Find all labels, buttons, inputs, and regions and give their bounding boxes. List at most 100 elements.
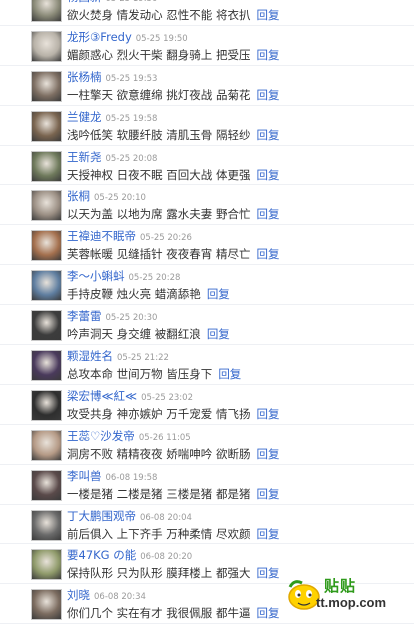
avatar-photo-icon: [32, 590, 61, 620]
avatar[interactable]: [31, 70, 62, 102]
avatar[interactable]: [31, 0, 62, 22]
username-link[interactable]: 王禕迪不眠帝: [67, 229, 136, 243]
username-link[interactable]: 杨国新: [67, 0, 102, 4]
reply-link[interactable]: 回复: [256, 8, 279, 22]
avatar-photo-icon: [32, 231, 61, 261]
username-link[interactable]: 王新尧: [67, 150, 102, 164]
comment-meta: 王禕迪不眠帝 05-25 20:26: [67, 228, 192, 245]
reply-link[interactable]: 回复: [256, 606, 279, 620]
comment-time: 06-08 20:34: [94, 592, 146, 603]
comment-time: 06-08 19:58: [105, 472, 158, 483]
comment-text: 一柱擎天 欲意缠绵 挑灯夜战 品菊花: [67, 87, 251, 102]
watermark-site-url: tt.mop.com: [316, 595, 387, 610]
username-link[interactable]: 丁大鹏围观帝: [67, 509, 136, 523]
comment-text: 吟声洞天 身交缠 被翻红浪: [67, 327, 201, 342]
comment-text: 总攻本命 世间万物 皆压身下: [67, 367, 213, 382]
comment-body: 你们几个 实在有才 我很佩服 都牛逼 回复: [67, 604, 279, 621]
comment-time: 05-25 20:30: [105, 313, 158, 324]
comment-body: 总攻本命 世间万物 皆压身下 回复: [67, 365, 241, 382]
comment-row: 李蕾雷 05-25 20:30 吟声洞天 身交缠 被翻红浪 回复: [0, 305, 414, 346]
avatar-photo-icon: [32, 470, 61, 500]
reply-link[interactable]: 回复: [256, 247, 279, 261]
avatar[interactable]: [31, 389, 62, 421]
username-link[interactable]: 张桐: [67, 189, 90, 203]
comment-time: 05-25 23:02: [141, 392, 193, 403]
comment-body: 浅吟低笑 软腰纤肢 清肌玉骨 隔轻纱 回复: [67, 126, 279, 143]
username-link[interactable]: 李叫兽: [67, 469, 102, 483]
username-link[interactable]: 要47KG の能: [67, 548, 136, 562]
comment-body: 一楼是猪 二楼是猪 三楼是猪 都是猪 回复: [67, 485, 279, 502]
comment-row: 王新尧 05-25 20:08 天授神权 日夜不眠 百回大战 体更强 回复: [0, 146, 414, 186]
comment-row: 兰健龙 05-25 19:58 浅吟低笑 软腰纤肢 清肌玉骨 隔轻纱 回复: [0, 106, 414, 146]
reply-link[interactable]: 回复: [256, 48, 279, 62]
avatar[interactable]: [31, 270, 62, 302]
reply-link[interactable]: 回复: [207, 287, 230, 301]
comment-row: 龙形③Fredy 05-25 19:50 媚颜惑心 烈火干柴 翻身骑上 把受压 回复: [0, 26, 414, 66]
comment-row: 丁大鹏围观帝 06-08 20:04 前后俱入 上下齐手 万种柔情 尽欢颜 回复: [0, 505, 414, 545]
comment-body: 天授神权 日夜不眠 百回大战 体更强 回复: [67, 166, 279, 183]
avatar[interactable]: [31, 589, 62, 621]
comment-body: 手持皮鞭 烛火亮 蜡滴舔艳 回复: [67, 285, 230, 302]
avatar[interactable]: [31, 350, 62, 382]
comment-time: 05-25 19:53: [105, 73, 158, 84]
avatar[interactable]: [31, 310, 62, 342]
comment-text: 你们几个 实在有才 我很佩服 都牛逼: [67, 606, 251, 621]
avatar[interactable]: [31, 549, 62, 581]
reply-link[interactable]: 回复: [218, 367, 241, 381]
avatar-photo-icon: [32, 510, 61, 540]
avatar-photo-icon: [32, 550, 61, 580]
comment-meta: 要47KG の能 06-08 20:20: [67, 547, 192, 564]
username-link[interactable]: 刘晓: [67, 588, 90, 602]
comment-body: 前后俱入 上下齐手 万种柔情 尽欢颜 回复: [67, 525, 279, 542]
avatar[interactable]: [31, 509, 62, 541]
comment-meta: 张杨楠 05-25 19:53: [67, 69, 157, 86]
avatar[interactable]: [31, 190, 62, 222]
username-link[interactable]: 颗湿姓名: [67, 349, 113, 363]
reply-link[interactable]: 回复: [256, 566, 279, 580]
reply-link[interactable]: 回复: [256, 88, 279, 102]
comment-text: 前后俱入 上下齐手 万种柔情 尽欢颜: [67, 526, 251, 541]
avatar-photo-icon: [32, 430, 61, 460]
username-link[interactable]: 张杨楠: [67, 70, 102, 84]
comment-text: 手持皮鞭 烛火亮 蜡滴舔艳: [67, 287, 201, 302]
reply-link[interactable]: 回复: [256, 527, 279, 541]
comment-text: 攻受共身 神亦嫉妒 万千宠爱 情飞扬: [67, 406, 251, 421]
username-link[interactable]: 龙形③Fredy: [67, 30, 132, 44]
comment-body: 欲火焚身 情发动心 忍性不能 将衣扒 回复: [67, 6, 279, 23]
avatar[interactable]: [31, 469, 62, 501]
comment-time: 05-25 19:50: [106, 0, 158, 4]
username-link[interactable]: 李蕾雷: [67, 309, 102, 323]
username-link[interactable]: 梁宏博≪紅≪: [67, 389, 137, 403]
avatar[interactable]: [31, 150, 62, 182]
comment-body: 吟声洞天 身交缠 被翻红浪 回复: [67, 325, 230, 342]
avatar[interactable]: [31, 429, 62, 461]
comment-meta: 张桐 05-25 20:10: [67, 188, 146, 205]
comment-row: 张杨楠 05-25 19:53 一柱擎天 欲意缠绵 挑灯夜战 品菊花 回复: [0, 66, 414, 106]
comment-body: 媚颜惑心 烈火干柴 翻身骑上 把受压 回复: [67, 46, 279, 63]
avatar-photo-icon: [32, 311, 61, 341]
reply-link[interactable]: 回复: [256, 128, 279, 142]
comment-meta: 王蕊♡沙发帝 05-26 11:05: [67, 428, 191, 445]
avatar[interactable]: [31, 110, 62, 142]
reply-link[interactable]: 回复: [207, 327, 230, 341]
comment-text: 媚颜惑心 烈火干柴 翻身骑上 把受压: [67, 47, 251, 62]
avatar[interactable]: [31, 230, 62, 262]
comment-meta: 龙形③Fredy 05-25 19:50: [67, 29, 188, 46]
comment-meta: 兰健龙 05-25 19:58: [67, 109, 157, 126]
comment-time: 05-25 20:28: [128, 273, 181, 284]
reply-link[interactable]: 回复: [256, 207, 279, 221]
comment-time: 06-08 20:04: [140, 512, 192, 523]
reply-link[interactable]: 回复: [256, 168, 279, 182]
comment-row: 梁宏博≪紅≪ 05-25 23:02 攻受共身 神亦嫉妒 万千宠爱 情飞扬 回复: [0, 385, 414, 425]
avatar[interactable]: [31, 30, 62, 62]
reply-link[interactable]: 回复: [256, 407, 279, 421]
username-link[interactable]: 李～小蝌蚪: [67, 269, 125, 283]
avatar-photo-icon: [32, 191, 61, 221]
comment-meta: 刘晓 06-08 20:34: [67, 587, 146, 604]
reply-link[interactable]: 回复: [256, 447, 279, 461]
username-link[interactable]: 王蕊♡沙发帝: [67, 429, 135, 443]
reply-link[interactable]: 回复: [256, 487, 279, 501]
comment-time: 06-08 20:20: [140, 552, 193, 563]
avatar-photo-icon: [32, 351, 61, 381]
username-link[interactable]: 兰健龙: [67, 110, 102, 124]
